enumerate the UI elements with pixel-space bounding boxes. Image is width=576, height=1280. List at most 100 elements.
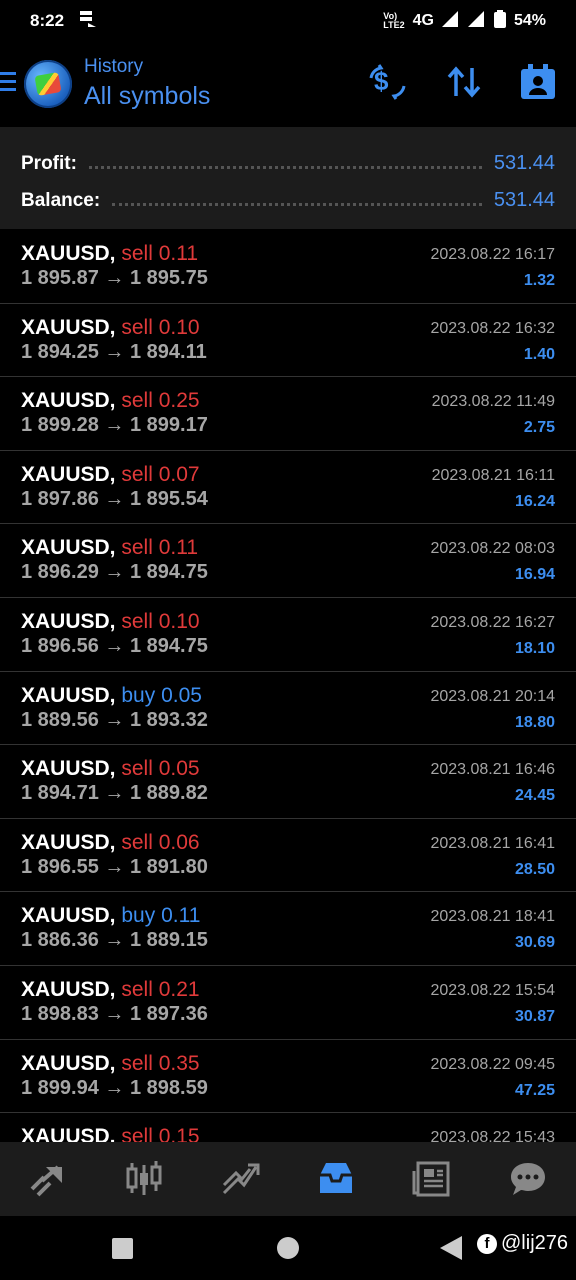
trade-profit: 16.94 xyxy=(514,566,555,584)
trade-side-label: sell xyxy=(121,757,153,781)
trade-row[interactable]: XAUUSD, sell 0.10 1 896.56 → 1 894.75 2023… xyxy=(0,598,576,672)
nav-news[interactable] xyxy=(402,1149,462,1209)
trade-profit: 28.50 xyxy=(514,860,555,878)
volte-icon: Vo) LTE2 xyxy=(383,11,405,30)
back-button[interactable] xyxy=(440,1236,462,1260)
page-subtitle: History xyxy=(84,56,144,77)
trade-title: XAUUSD, sell 0.06 xyxy=(21,831,200,855)
trade-row[interactable]: XAUUSD, sell 0.11 1 895.87 → 1 895.75 2023… xyxy=(0,230,576,304)
trade-volume: 0.11 xyxy=(158,242,199,265)
summary-panel: Profit: 531.44 Balance: 531.44 xyxy=(0,127,576,229)
trade-symbol: XAUUSD, xyxy=(21,830,116,854)
trade-side: sell 0.07 xyxy=(121,463,199,486)
trade-row[interactable]: XAUUSD, sell 0.15 2023.08.22 15:43 xyxy=(0,1113,576,1142)
trade-row[interactable]: XAUUSD, buy 0.11 1 886.36 → 1 889.15 2023.… xyxy=(0,892,576,966)
storage-icon xyxy=(78,10,98,33)
trade-row[interactable]: XAUUSD, sell 0.05 1 894.71 → 1 889.82 2023… xyxy=(0,745,576,819)
home-button[interactable] xyxy=(277,1237,299,1259)
nav-trade[interactable] xyxy=(18,1149,78,1209)
trade-volume: 0.25 xyxy=(158,389,200,413)
trade-profit: 16.24 xyxy=(514,492,555,510)
trade-side: buy 0.05 xyxy=(121,684,202,707)
trade-row[interactable]: XAUUSD, sell 0.25 1 899.28 → 1 899.17 2023… xyxy=(0,377,576,451)
trade-time: 2023.08.21 20:14 xyxy=(430,687,555,705)
trade-prices: 1 896.56 → 1 894.75 xyxy=(21,634,208,657)
trade-list[interactable]: XAUUSD, sell 0.11 1 895.87 → 1 895.75 2023… xyxy=(0,230,576,1142)
trade-title: XAUUSD, sell 0.07 xyxy=(21,463,200,487)
battery-icon xyxy=(493,9,506,33)
trade-profit: 47.25 xyxy=(514,1081,555,1099)
trade-row[interactable]: XAUUSD, sell 0.06 1 896.55 → 1 891.80 2023… xyxy=(0,819,576,893)
trade-volume: 0.06 xyxy=(158,830,200,854)
trade-title: XAUUSD, sell 0.21 xyxy=(21,978,200,1002)
trade-side: sell 0.10 xyxy=(121,316,199,339)
trade-time: 2023.08.22 15:43 xyxy=(430,1129,555,1142)
recents-button[interactable] xyxy=(112,1238,133,1259)
trade-symbol: XAUUSD, xyxy=(21,315,116,339)
balance-label: Balance: xyxy=(21,189,101,211)
trade-row[interactable]: XAUUSD, sell 0.35 1 899.94 → 1 898.59 2023… xyxy=(0,1040,576,1114)
battery-percent: 54% xyxy=(513,12,546,29)
trade-profit: 1.40 xyxy=(523,345,555,363)
watermark-text: @lij276 xyxy=(501,1232,569,1254)
balance-dots xyxy=(112,195,482,206)
signal-icon-2 xyxy=(467,10,486,32)
account-calendar-icon[interactable] xyxy=(520,64,556,100)
trade-symbol: XAUUSD, xyxy=(21,462,116,486)
trade-title: XAUUSD, sell 0.15 xyxy=(21,1125,200,1142)
trade-symbol: XAUUSD, xyxy=(21,242,116,265)
trade-prices: 1 899.28 → 1 899.17 xyxy=(21,414,208,437)
watermark: f @lij276 xyxy=(477,1232,568,1255)
trade-symbol: XAUUSD, xyxy=(21,609,116,633)
trade-side-label: buy xyxy=(121,904,156,928)
facebook-icon: f xyxy=(477,1233,497,1254)
clock: 8:22 xyxy=(30,11,65,30)
trade-prices: 1 894.25 → 1 894.11 xyxy=(21,340,207,363)
chart-icon xyxy=(222,1163,260,1195)
nav-history[interactable] xyxy=(306,1149,366,1209)
trade-side: sell 0.11 xyxy=(121,242,198,265)
nav-quotes[interactable] xyxy=(114,1149,174,1209)
quotes-icon xyxy=(126,1161,162,1195)
trade-prices: 1 899.94 → 1 898.59 xyxy=(21,1076,208,1099)
trade-side: buy 0.11 xyxy=(121,904,200,927)
profit-value: 531.44 xyxy=(493,152,555,174)
trade-row[interactable]: XAUUSD, buy 0.05 1 889.56 → 1 893.32 2023.… xyxy=(0,672,576,746)
trade-volume: 0.05 xyxy=(161,683,202,707)
network-type: 4G xyxy=(412,12,434,29)
trade-volume: 0.10 xyxy=(158,609,200,633)
trade-prices: 1 894.71 → 1 889.82 xyxy=(21,782,208,805)
trade-profit: 1.32 xyxy=(523,272,555,289)
trade-symbol: XAUUSD, xyxy=(21,389,116,413)
menu-icon[interactable] xyxy=(0,72,16,96)
trade-row[interactable]: XAUUSD, sell 0.11 1 896.29 → 1 894.75 2023… xyxy=(0,524,576,598)
profit-dots xyxy=(88,158,482,169)
trade-symbol: XAUUSD, xyxy=(21,683,116,707)
trade-time: 2023.08.22 09:45 xyxy=(430,1055,555,1073)
trade-volume: 0.21 xyxy=(158,977,200,1001)
trade-row[interactable]: XAUUSD, sell 0.07 1 897.86 → 1 895.54 2023… xyxy=(0,451,576,525)
nav-chat[interactable] xyxy=(498,1149,558,1209)
trade-time: 2023.08.21 16:46 xyxy=(430,761,555,779)
trade-prices: 1 897.86 → 1 895.54 xyxy=(21,487,208,510)
history-icon xyxy=(320,1163,352,1193)
trade-side: sell 0.11 xyxy=(121,536,198,559)
trade-row[interactable]: XAUUSD, sell 0.21 1 898.83 → 1 897.36 2023… xyxy=(0,966,576,1040)
trade-volume: 0.10 xyxy=(158,315,200,339)
trade-row[interactable]: XAUUSD, sell 0.10 1 894.25 → 1 894.11 2023… xyxy=(0,304,576,378)
trade-time: 2023.08.22 15:54 xyxy=(430,981,555,999)
header-titles[interactable]: History All symbols xyxy=(84,56,210,111)
trade-side-label: sell xyxy=(121,462,153,486)
trade-side-label: sell xyxy=(121,315,153,339)
trade-side-label: sell xyxy=(121,1125,153,1142)
deposit-currency-icon[interactable]: $ xyxy=(368,64,408,100)
sort-icon[interactable] xyxy=(446,64,482,100)
trade-profit: 30.69 xyxy=(514,934,555,952)
app-logo-icon[interactable] xyxy=(24,60,72,108)
trade-time: 2023.08.22 08:03 xyxy=(430,540,555,558)
nav-chart[interactable] xyxy=(210,1149,270,1209)
profit-row: Profit: 531.44 xyxy=(21,145,555,182)
trade-side-label: sell xyxy=(121,977,153,1001)
trade-side-label: sell xyxy=(121,536,153,560)
status-bar: 8:22 Vo) LTE2 4G 54% xyxy=(0,0,576,42)
